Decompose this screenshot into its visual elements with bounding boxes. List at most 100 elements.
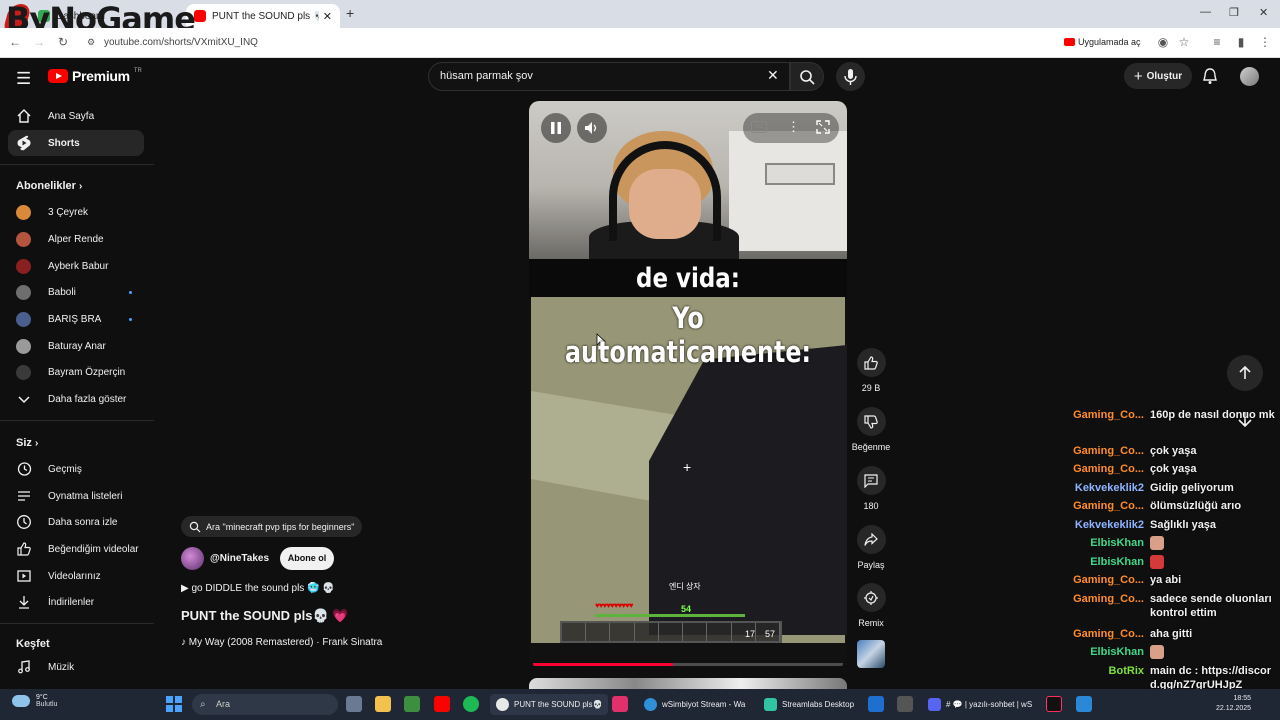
media-control-icon[interactable]: ≡: [1210, 35, 1224, 49]
comments-button[interactable]: 180: [850, 466, 892, 511]
subscriptions-heading[interactable]: Abonelikler ›: [16, 180, 82, 192]
close-window-icon[interactable]: ✕: [1259, 6, 1268, 19]
new-tab-icon[interactable]: +: [346, 5, 354, 21]
music-label: My Way (2008 Remastered) · Frank Sinatra: [188, 637, 383, 648]
search-suggestion-chip[interactable]: Ara "minecraft pvp tips for beginners": [181, 516, 363, 537]
fullscreen-icon[interactable]: [816, 120, 830, 139]
sidebar-item-sub[interactable]: BARIŞ BRA: [8, 306, 144, 332]
sidebar-item-sub[interactable]: Bayram Özperçin: [8, 359, 144, 385]
sidebar-item-home[interactable]: Ana Sayfa: [8, 103, 144, 129]
sidebar-item-sub[interactable]: Baturay Anar: [8, 333, 144, 359]
site-info-icon[interactable]: ⚙: [84, 35, 98, 49]
sidebar-item-sub[interactable]: Ayberk Babur: [8, 253, 144, 279]
sidebar-item-shorts[interactable]: Shorts: [8, 130, 144, 156]
minimize-icon[interactable]: —: [1200, 6, 1211, 18]
youtube-app-icon[interactable]: [434, 696, 450, 712]
sidebar-item-history[interactable]: Geçmiş: [8, 456, 144, 482]
back-icon[interactable]: ←: [8, 35, 22, 49]
comment-icon: [856, 466, 886, 495]
sidebar-item-playlists[interactable]: Oynatma listeleri: [8, 483, 144, 509]
short-title[interactable]: PUNT the SOUND pls💀 💗: [181, 608, 348, 624]
search-input[interactable]: hüsam parmak şov: [428, 62, 790, 91]
restore-icon[interactable]: ❐: [1229, 6, 1239, 19]
sidebar-item-sub[interactable]: Baboli: [8, 279, 144, 305]
sidebar-item-watch-later[interactable]: Daha sonra izle: [8, 509, 144, 535]
channel-avatar[interactable]: [181, 547, 204, 570]
tab-youtube-short[interactable]: PUNT the SOUND pls 💀💗 ✕: [186, 4, 340, 28]
system-clock[interactable]: 18:55 22.12.2025: [1216, 694, 1251, 714]
taskbar-app-discord[interactable]: # 💬 | yazılı-sohbet | wS: [922, 694, 1040, 715]
progress-fill: [533, 663, 673, 666]
remix-button[interactable]: Remix: [850, 583, 892, 628]
show-more-label: Daha fazla göster: [48, 393, 127, 405]
extension-icon[interactable]: ▮: [1234, 35, 1248, 49]
tiktok-icon[interactable]: [1046, 696, 1062, 712]
network-app-icon[interactable]: [1076, 696, 1092, 712]
shorts-player[interactable]: de vida: Yo automaticamente: + 엔디 상자 ♥♥♥…: [529, 101, 847, 667]
sidebar-item-sub[interactable]: 3 Çeyrek: [8, 199, 144, 225]
bookmark-star-icon[interactable]: ☆: [1177, 35, 1191, 49]
account-avatar[interactable]: [1240, 67, 1259, 86]
sidebar-item-your-videos[interactable]: Videolarınız: [8, 563, 144, 589]
sidebar-item-sub[interactable]: Alper Rende: [8, 226, 144, 252]
windows-start-icon[interactable]: [166, 696, 182, 712]
remix-label: Remix: [858, 618, 884, 628]
channel-avatar: [16, 204, 31, 220]
chat-user: ElbisKhan: [1090, 537, 1144, 549]
reload-icon[interactable]: ↻: [56, 35, 70, 49]
youtube-premium-logo[interactable]: Premium TR: [48, 68, 142, 84]
close-tab-icon[interactable]: ✕: [323, 10, 332, 23]
show-more-button[interactable]: Daha fazla göster: [8, 386, 144, 412]
music-attribution-link[interactable]: ♪ My Way (2008 Remastered) · Frank Sinat…: [181, 637, 382, 648]
app-icon[interactable]: [897, 696, 913, 712]
hamburger-menu-icon[interactable]: ☰: [16, 69, 31, 89]
url-field[interactable]: youtube.com/shorts/VXmitXU_INQ: [104, 37, 258, 48]
share-button[interactable]: Paylaş: [850, 525, 892, 570]
chat-message: Gaming_Co... ölümsüzlüğü arıo: [1062, 499, 1278, 513]
chat-user: Kekvekeklik2: [1074, 482, 1144, 494]
browser-menu-icon[interactable]: ⋮: [1258, 35, 1272, 49]
sound-thumbnail[interactable]: [857, 640, 885, 668]
vscode-icon[interactable]: [868, 696, 884, 712]
search-button[interactable]: [790, 62, 824, 91]
store-icon[interactable]: [404, 696, 420, 712]
sidebar-item-liked[interactable]: Beğendiğim videolar: [8, 536, 144, 562]
spotify-icon[interactable]: [463, 696, 479, 712]
chat-message: Gaming_Co... çok yaşa: [1062, 444, 1278, 458]
previous-short-button[interactable]: [1227, 355, 1263, 391]
like-button[interactable]: 29 B: [850, 348, 892, 393]
hud-item-name: 엔디 상자: [669, 582, 701, 591]
notifications-bell-icon[interactable]: [1202, 67, 1218, 90]
chat-user: Gaming_Co...: [1073, 463, 1144, 475]
taskbar-app-streamlabs[interactable]: Streamlabs Desktop: [758, 694, 862, 715]
taskbar-search-input[interactable]: ⌕ Ara: [192, 694, 338, 715]
subscribe-button[interactable]: Abone ol: [280, 547, 334, 570]
forward-icon[interactable]: →: [32, 35, 46, 49]
clear-search-icon[interactable]: ✕: [767, 67, 779, 84]
voice-search-button[interactable]: [836, 62, 865, 91]
volume-button[interactable]: [577, 113, 607, 143]
sidebar-item-music[interactable]: Müzik: [8, 654, 144, 680]
sidebar-item-downloads[interactable]: İndirilenler: [8, 589, 144, 615]
chat-text: aha gitti: [1150, 628, 1193, 640]
downloads-icon: [16, 594, 32, 610]
more-options-icon[interactable]: ⋮: [787, 119, 800, 135]
file-explorer-icon[interactable]: [375, 696, 391, 712]
open-in-app-button[interactable]: Uygulamada aç: [1064, 37, 1141, 47]
create-button[interactable]: + Oluştur: [1124, 63, 1192, 89]
you-heading[interactable]: Siz ›: [16, 437, 38, 449]
short-description[interactable]: ▶ go DIDDLE the sound pls 🥶 💀: [181, 583, 335, 594]
instagram-icon[interactable]: [612, 696, 628, 712]
captions-icon[interactable]: CC: [751, 121, 767, 133]
channel-name-link[interactable]: @NineTakes: [210, 553, 269, 564]
dislike-button[interactable]: Beğenme: [850, 407, 892, 452]
taskbar-app-chrome[interactable]: PUNT the SOUND pls💀: [490, 694, 608, 715]
chat-message: BotRix main dc : https://discord.gg/nZ7g…: [1062, 664, 1278, 692]
task-view-icon[interactable]: [346, 696, 362, 712]
taskbar-app-edge[interactable]: wSimbiyot Stream - Wa: [638, 694, 754, 715]
remix-icon: [856, 583, 886, 612]
hide-eye-icon[interactable]: ◉: [1156, 35, 1170, 49]
weather-widget[interactable]: 9°C Bulutlu: [12, 694, 57, 708]
arrow-up-icon: [1239, 366, 1251, 379]
pause-button[interactable]: [541, 113, 571, 143]
